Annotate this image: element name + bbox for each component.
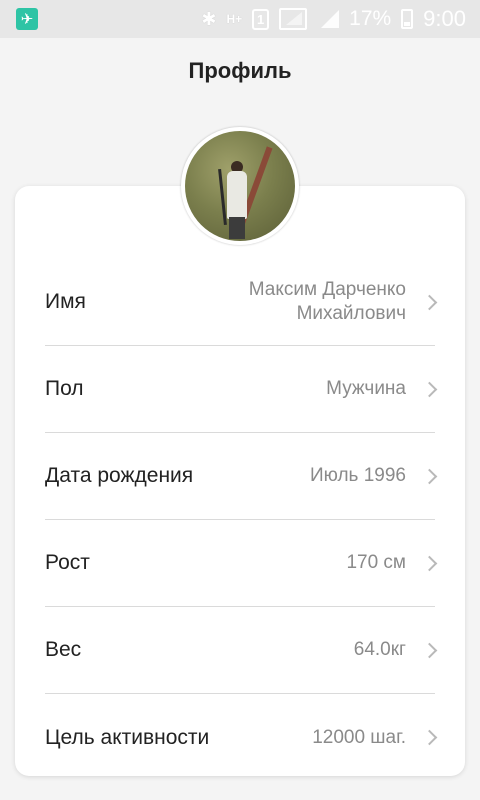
page-title: Профиль [188,58,292,83]
row-name[interactable]: Имя Максим Дарченко Михайлович [45,259,438,346]
fitness-app-notification-icon: ✈ [16,8,38,30]
avatar[interactable] [181,127,299,245]
row-value: Мужчина [326,378,406,399]
row-value: Максим Дарченко Михайлович [249,278,406,326]
row-label: Имя [45,290,86,313]
status-bar: ✈ ✱ H+ 1 17% 9:00 [0,0,480,38]
row-activity-goal[interactable]: Цель активности 12000 шаг. [45,694,438,781]
chevron-right-icon [421,468,438,484]
clock: 9:00 [423,6,466,31]
avatar-photo [185,131,295,241]
row-value: Июль 1996 [309,465,406,486]
row-label: Дата рождения [45,464,194,487]
chevron-right-icon [421,555,438,571]
signal-sim1-icon [279,8,308,30]
sim-icon: 1 [252,8,270,30]
row-value: 170 см [346,552,406,573]
row-label: Вес [45,638,82,661]
row-gender[interactable]: Пол Мужчина [45,346,438,433]
row-value: 64.0кг [353,639,406,660]
battery-percent: 17% [349,7,392,30]
network-type-icon: H+ [226,12,243,26]
name-line-1: Максим Дарченко [248,279,406,300]
row-label: Рост [45,551,90,574]
status-indicators: ✱ H+ 1 17% 9:00 [201,6,466,32]
row-value: 12000 шаг. [312,726,406,748]
name-line-2: Михайлович [296,303,406,324]
chevron-right-icon [421,729,438,746]
row-label: Пол [45,377,84,400]
row-label: Цель активности [45,725,210,749]
profile-card: Имя Максим Дарченко Михайлович Пол Мужчи… [15,186,465,776]
battery-charging-icon [401,9,414,29]
row-weight[interactable]: Вес 64.0кг [45,607,438,694]
chevron-right-icon [421,381,438,397]
row-birthdate[interactable]: Дата рождения Июль 1996 [45,433,438,520]
chevron-right-icon [421,642,438,658]
signal-sim2-icon [317,8,340,30]
row-height[interactable]: Рост 170 см [45,520,438,607]
chevron-right-icon [421,294,438,310]
bluetooth-icon: ✱ [201,8,217,29]
